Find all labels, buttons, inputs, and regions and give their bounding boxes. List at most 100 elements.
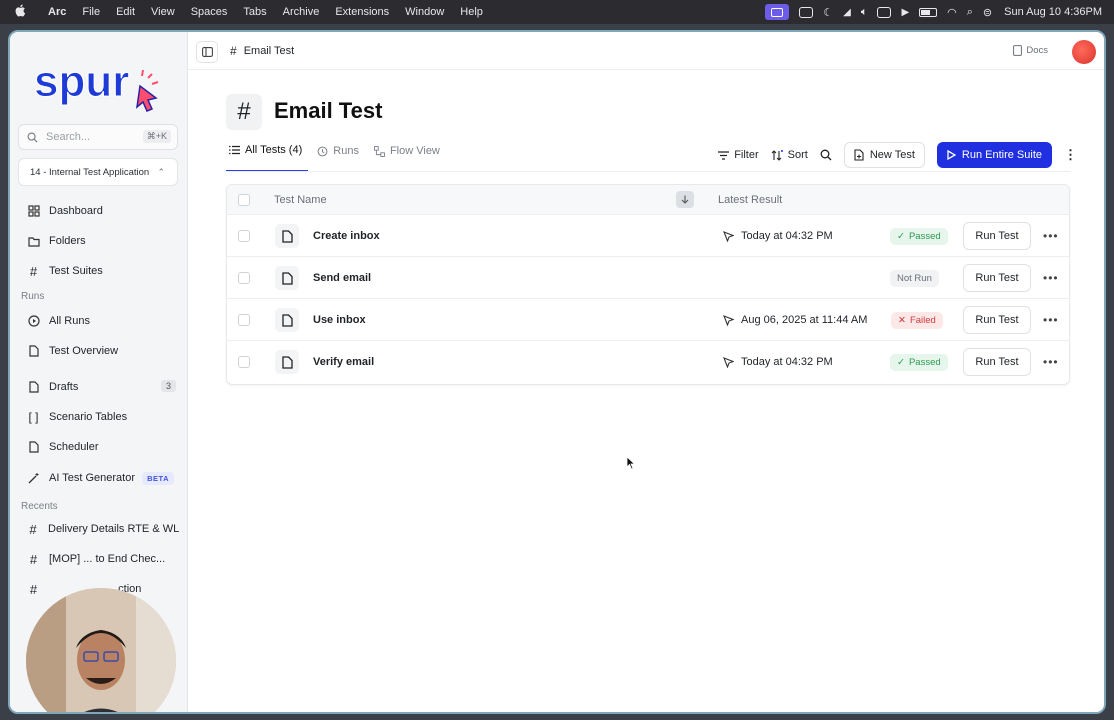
sidebar-search[interactable]: Search... ⌘+K [18,124,178,150]
sidebar-item-drafts[interactable]: Drafts 3 [18,374,180,400]
screen-share-icon[interactable] [765,4,790,20]
sidebar-toggle-button[interactable] [196,41,218,63]
document-icon [275,266,299,290]
test-name[interactable]: Use inbox [313,314,366,326]
sort-button[interactable]: Sort [771,149,808,161]
sidebar: spur Search... ⌘+K 14 - Internal Test Ap… [10,32,188,712]
moon-icon[interactable]: ☾ [823,6,833,19]
latest-result: Today at 04:32 PM [723,230,833,242]
sidebar-item-label: All Runs [49,315,90,327]
sidebar-item-ai-test-generator[interactable]: AI Test Generator BETA [18,465,180,491]
more-options-icon[interactable]: ••• [1043,355,1059,369]
application-selector[interactable]: 14 - Internal Test Application ⌃ [18,158,178,186]
apple-icon[interactable] [0,4,40,20]
tabs-divider [226,171,1070,172]
status-label: Failed [909,315,936,326]
new-test-button[interactable]: New Test [843,142,925,168]
document-icon [27,441,40,454]
breadcrumb-current[interactable]: Email Test [244,45,295,57]
test-name[interactable]: Verify email [313,356,374,368]
recent-item[interactable]: # [MOP] ... to End Chec... [18,546,180,572]
sidebar-item-folders[interactable]: Folders [18,228,180,254]
rss-icon[interactable]: ◢ [843,7,851,18]
sidebar-item-scenario-tables[interactable]: [ ] Scenario Tables [18,404,180,430]
table-row[interactable]: Verify email Today at 04:32 PM ✓ Passed R… [227,341,1069,383]
play-icon[interactable]: ▶ [901,7,909,18]
row-checkbox[interactable] [238,356,250,368]
sidebar-item-label: Scenario Tables [49,411,128,423]
wifi-icon[interactable]: ◠ [947,6,957,19]
control-center-icon[interactable]: ⊜ [983,6,992,19]
run-test-button[interactable]: Run Test [963,222,1031,250]
table-row[interactable]: Create inbox Today at 04:32 PM ✓ Passed R… [227,215,1069,257]
document-icon [27,381,40,394]
status-badge: ✓ Passed [890,354,948,371]
x-icon: ✕ [898,315,906,326]
recent-item-label: Delivery Details RTE & WL ... [48,523,180,535]
sort-desc-icon[interactable] [676,191,694,208]
tab-flow-view[interactable]: Flow View [371,140,446,172]
menubar-datetime[interactable]: Sun Aug 10 4:36PM [1004,6,1102,18]
sidebar-item-all-runs[interactable]: All Runs [18,308,180,334]
spur-logo[interactable]: spur [32,54,162,114]
run-test-button[interactable]: Run Test [963,264,1031,292]
menu-file[interactable]: File [74,6,108,18]
sidebar-item-test-overview[interactable]: Test Overview [18,338,180,364]
more-options-icon[interactable]: ••• [1043,313,1059,327]
row-checkbox[interactable] [238,272,250,284]
table-row[interactable]: Use inbox Aug 06, 2025 at 11:44 AM ✕ Fail… [227,299,1069,341]
volume-icon[interactable]: 🔈︎ [861,6,868,19]
tab-runs[interactable]: Runs [314,140,365,172]
menu-archive[interactable]: Archive [275,6,328,18]
test-name[interactable]: Create inbox [313,230,380,242]
column-header-test-name[interactable]: Test Name [274,194,327,206]
menu-spaces[interactable]: Spaces [183,6,236,18]
section-runs-label: Runs [21,291,45,302]
result-time: Aug 06, 2025 at 11:44 AM [741,314,868,326]
latest-result: Today at 04:32 PM [723,356,833,368]
docs-link[interactable]: Docs [1013,45,1048,56]
more-options-icon[interactable]: ••• [1043,229,1059,243]
run-suite-label: Run Entire Suite [961,149,1042,161]
column-header-latest-result[interactable]: Latest Result [718,194,782,206]
sidebar-item-label: Scheduler [49,441,99,453]
menu-help[interactable]: Help [452,6,491,18]
select-all-checkbox[interactable] [238,194,250,206]
search-icon[interactable]: ⌕ [967,6,973,19]
sidebar-item-test-suites[interactable]: # Test Suites [18,258,180,284]
grid-icon [27,205,40,218]
more-options-icon[interactable]: ••• [1043,271,1059,285]
run-test-button[interactable]: Run Test [963,348,1031,376]
status-badge: Not Run [890,270,939,287]
table-row[interactable]: Send email Not Run Run Test ••• [227,257,1069,299]
status-badge: ✕ Failed [891,312,943,329]
menu-window[interactable]: Window [397,6,452,18]
sidebar-item-scheduler[interactable]: Scheduler [18,434,180,460]
recent-item[interactable]: # Delivery Details RTE & WL ... [18,516,180,542]
kebab-menu-icon[interactable]: ⋮ [1064,147,1077,163]
beta-badge: BETA [142,472,174,485]
display-icon[interactable] [877,6,892,18]
menu-extensions[interactable]: Extensions [327,6,397,18]
filter-button[interactable]: Filter [718,149,759,161]
document-icon [275,350,299,374]
sidebar-item-dashboard[interactable]: Dashboard [18,198,180,224]
test-name[interactable]: Send email [313,272,371,284]
tab-all-tests[interactable]: All Tests (4) [226,140,309,172]
run-entire-suite-button[interactable]: Run Entire Suite [936,142,1052,168]
menu-tabs[interactable]: Tabs [235,6,274,18]
search-tests-button[interactable] [820,149,832,161]
battery-icon[interactable] [919,7,938,17]
cursor-arrow-icon [723,230,734,242]
row-checkbox[interactable] [238,230,250,242]
run-test-button[interactable]: Run Test [963,306,1031,334]
menu-app-name[interactable]: Arc [40,6,74,18]
result-time: Today at 04:32 PM [741,230,833,242]
extension-icon[interactable] [799,6,814,18]
menu-edit[interactable]: Edit [108,6,143,18]
status-label: Not Run [897,273,932,284]
user-avatar[interactable] [1072,40,1096,64]
menu-view[interactable]: View [143,6,183,18]
sidebar-item-label: Test Suites [49,265,103,277]
row-checkbox[interactable] [238,314,250,326]
